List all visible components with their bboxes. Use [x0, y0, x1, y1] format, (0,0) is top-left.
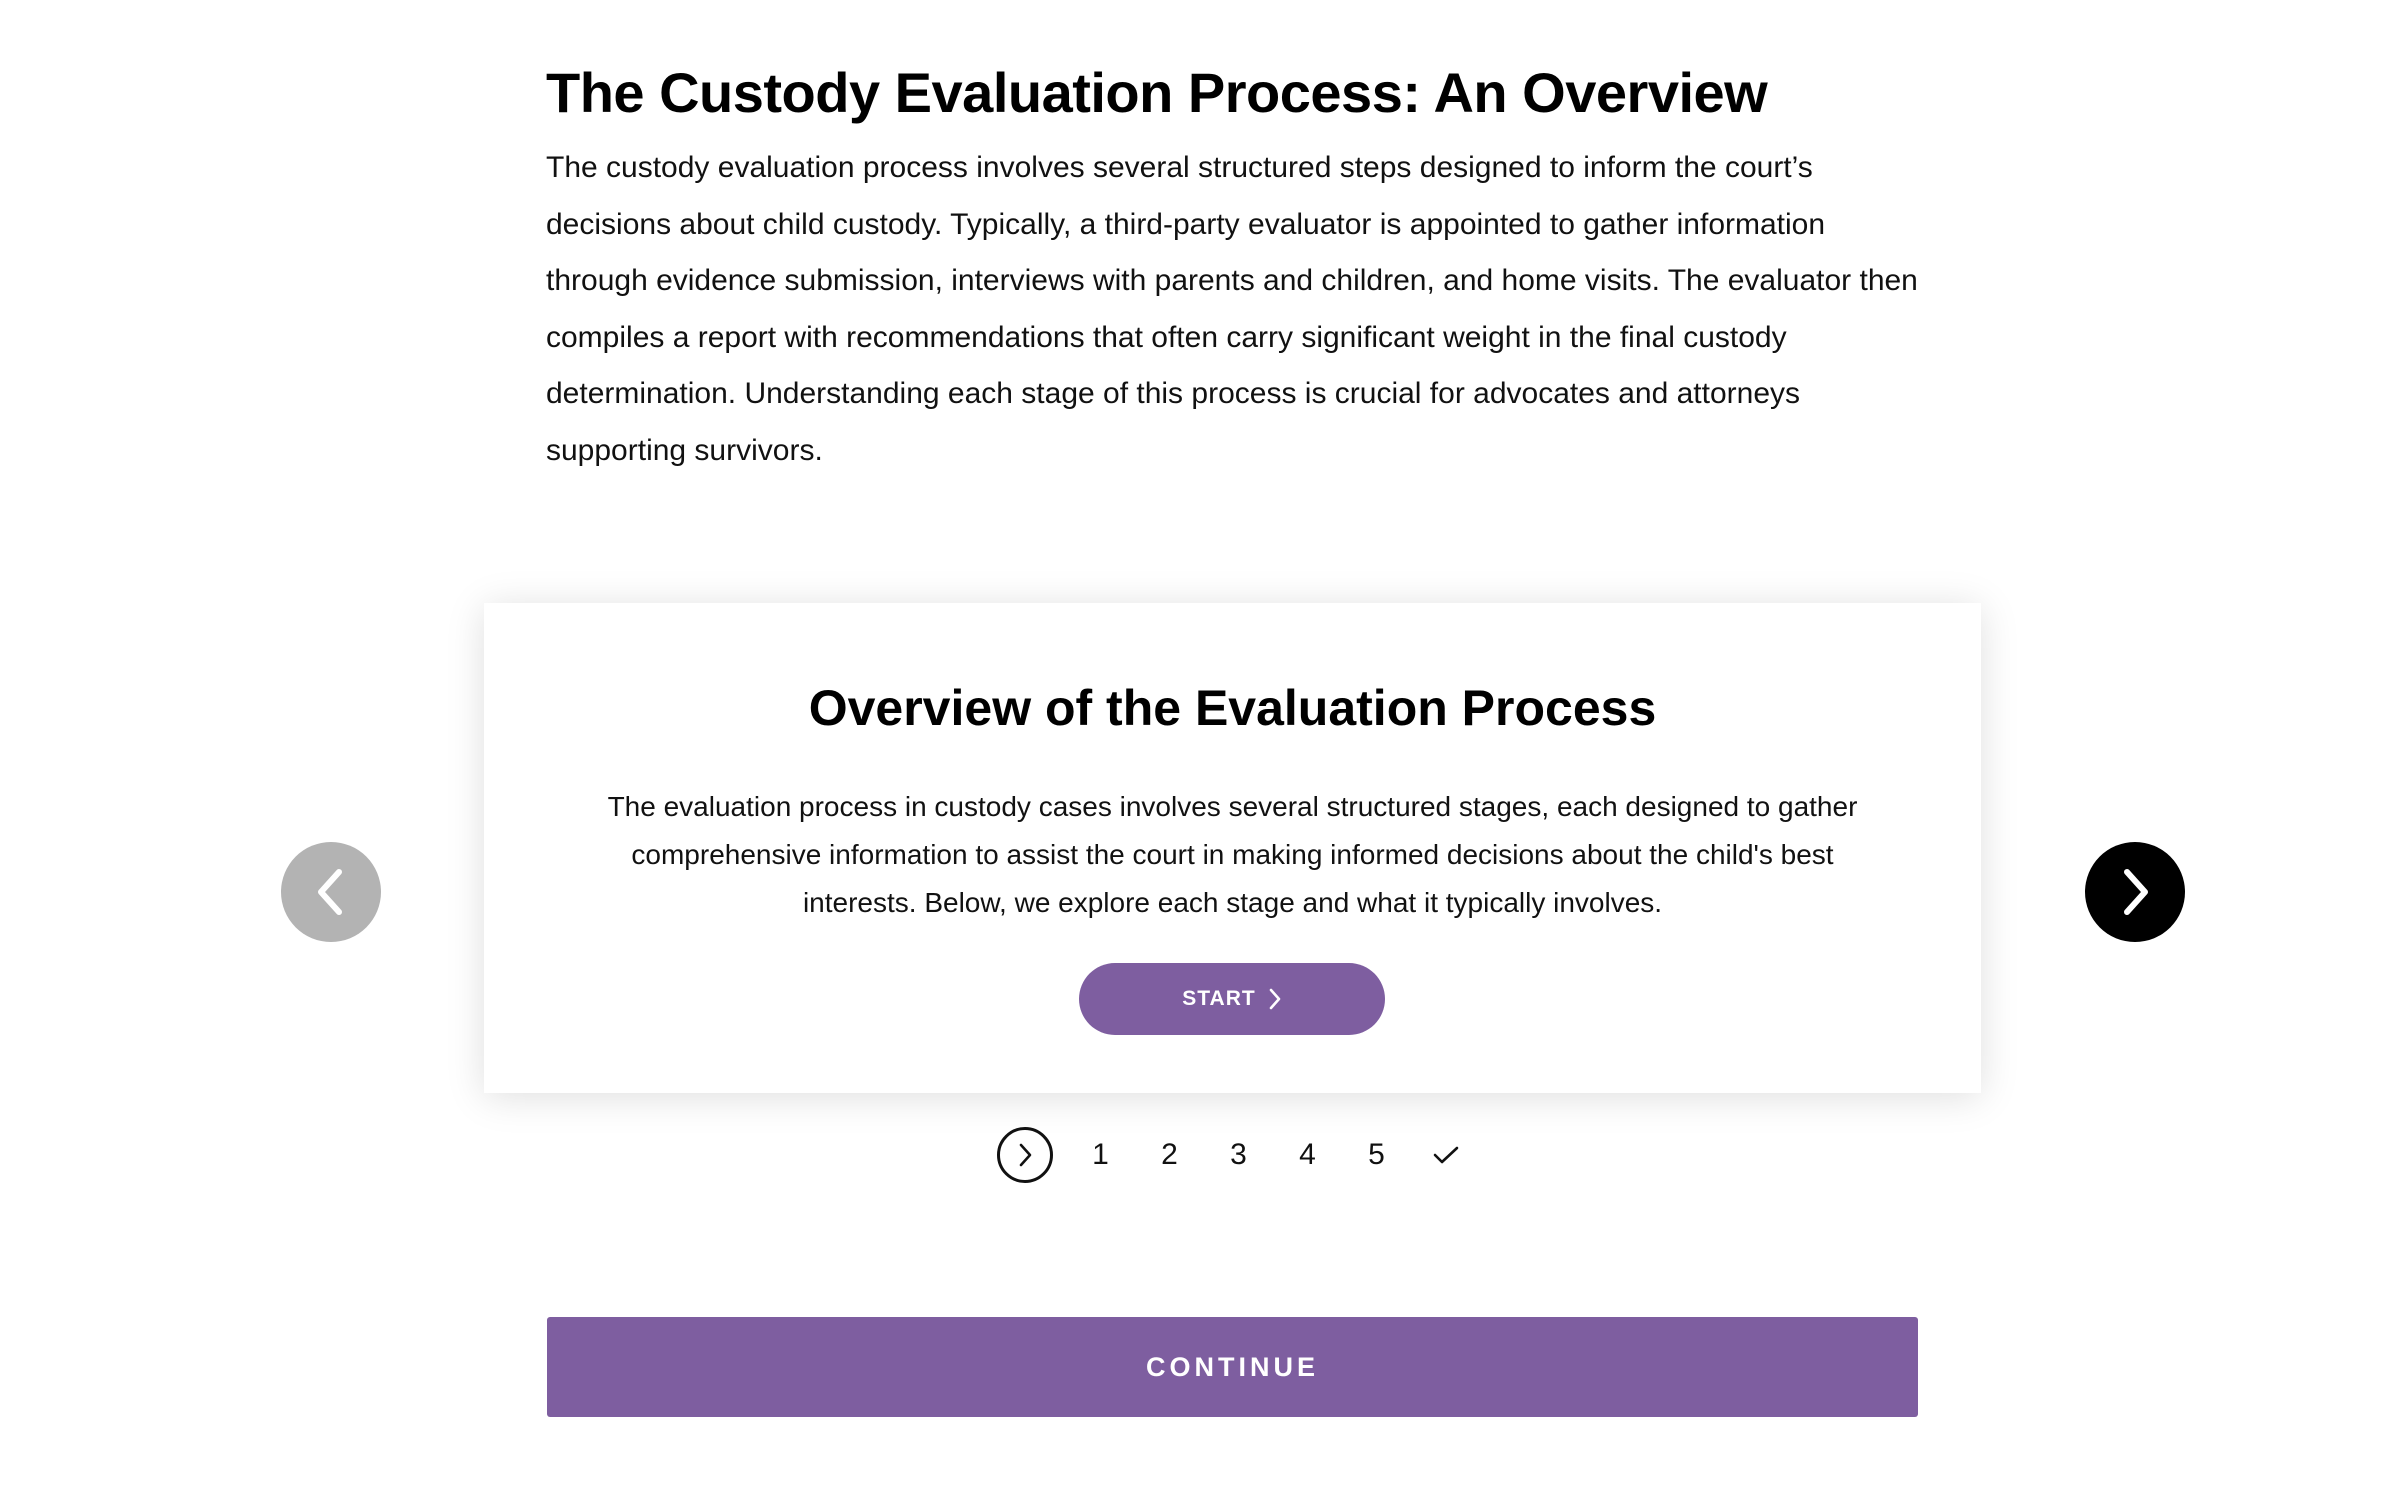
chevron-right-icon: [1019, 1143, 1032, 1167]
step-pager: 1 2 3 4 5: [997, 1127, 1480, 1183]
pager-step-2[interactable]: 2: [1135, 1127, 1204, 1183]
lesson-page: The Custody Evaluation Process: An Overv…: [0, 0, 2390, 1506]
pager-summary[interactable]: [1411, 1127, 1480, 1183]
start-button-label: START: [1182, 987, 1256, 1010]
pager-step-3[interactable]: 3: [1204, 1127, 1273, 1183]
page-title: The Custody Evaluation Process: An Overv…: [546, 61, 1768, 124]
chevron-left-icon: [318, 869, 342, 915]
carousel-next-button[interactable]: [2085, 842, 2185, 942]
pager-intro-current[interactable]: [997, 1127, 1053, 1183]
process-card: Overview of the Evaluation Process The e…: [484, 603, 1981, 1093]
intro-paragraph: The custody evaluation process involves …: [546, 151, 1918, 467]
pager-step-5[interactable]: 5: [1342, 1127, 1411, 1183]
pager-step-4[interactable]: 4: [1273, 1127, 1342, 1183]
chevron-right-icon: [2124, 869, 2148, 915]
intro-section: The Custody Evaluation Process: An Overv…: [546, 52, 1926, 479]
pager-step-1[interactable]: 1: [1066, 1127, 1135, 1183]
checkmark-icon: [1433, 1146, 1458, 1164]
chevron-right-icon: [1269, 988, 1281, 1010]
card-title: Overview of the Evaluation Process: [808, 680, 1657, 736]
start-button[interactable]: START: [1079, 963, 1385, 1035]
carousel-prev-button[interactable]: [281, 842, 381, 942]
continue-button[interactable]: CONTINUE: [547, 1317, 1918, 1417]
card-description: The evaluation process in custody cases …: [607, 791, 1858, 918]
